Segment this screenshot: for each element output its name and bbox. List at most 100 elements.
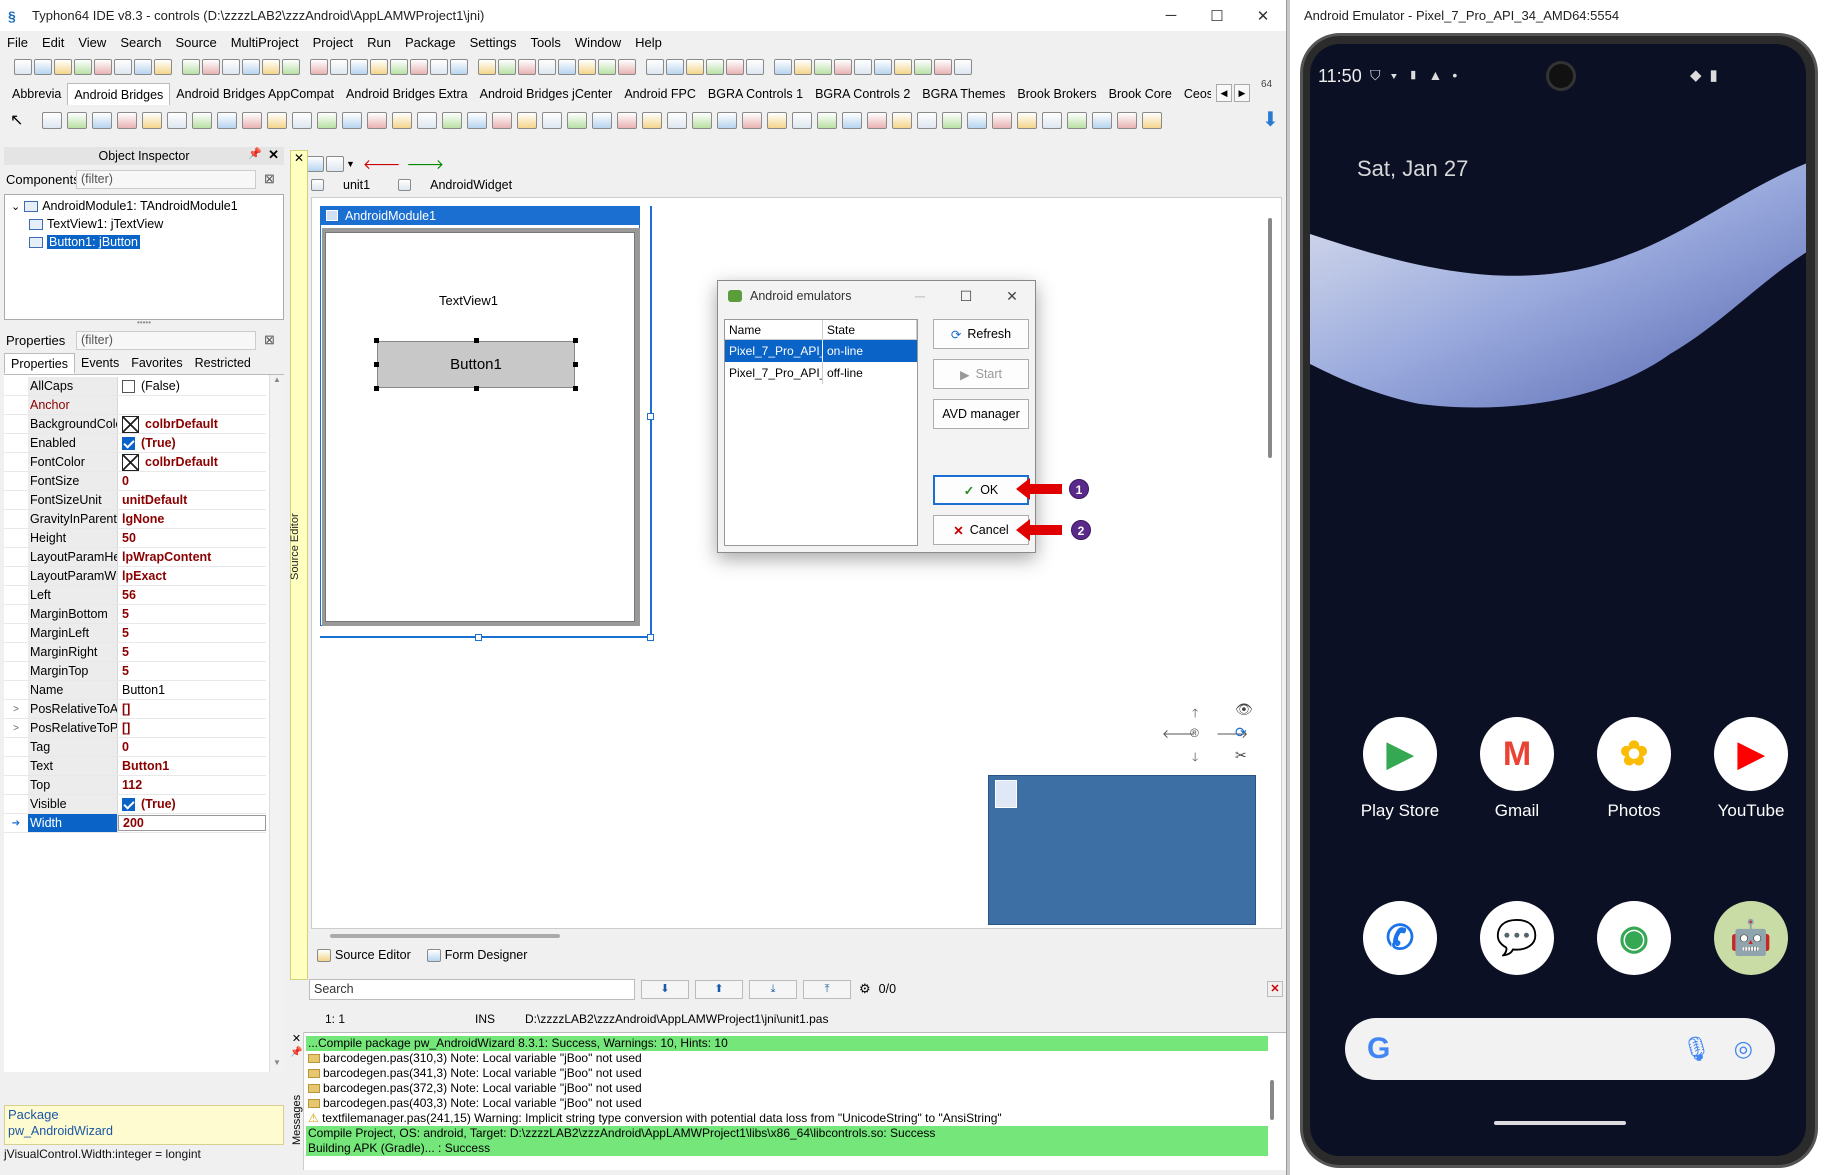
property-value[interactable]: (True)	[118, 436, 266, 450]
palette-tab[interactable]: Ceos	[1178, 83, 1211, 105]
property-value[interactable]: Button1	[118, 759, 266, 773]
close-icon[interactable]: ✕	[291, 151, 307, 165]
palette-component-icon[interactable]	[1042, 111, 1063, 129]
find-next-button[interactable]: ⬇	[641, 979, 689, 999]
app-youtube[interactable]: ▶ YouTube	[1696, 717, 1806, 821]
toolbar-button-icon[interactable]	[114, 59, 132, 75]
toolbar-button-icon[interactable]	[538, 59, 556, 75]
refresh-button[interactable]: ⟳ Refresh	[933, 319, 1029, 349]
palette-component-icon[interactable]	[492, 111, 513, 129]
tree-node[interactable]: ⌄ AndroidModule1: TAndroidModule1	[5, 197, 283, 215]
property-value[interactable]: 200	[118, 815, 266, 831]
message-line[interactable]: barcodegen.pas(403,3) Note: Local variab…	[306, 1096, 1268, 1111]
filter-clear-icon[interactable]: ⊠	[264, 171, 275, 187]
splitter[interactable]: •••••	[4, 319, 284, 327]
palette-component-icon[interactable]	[92, 111, 113, 129]
property-value[interactable]: 0	[118, 474, 266, 488]
toolbar-button-icon[interactable]	[578, 59, 596, 75]
resize-handle[interactable]	[573, 338, 578, 343]
toolbar-button-icon[interactable]	[242, 59, 260, 75]
view-units-icon[interactable]	[326, 156, 344, 172]
palette-tab[interactable]: Brook Brokers	[1011, 83, 1102, 105]
toolbar-button-icon[interactable]	[618, 59, 636, 75]
checkbox[interactable]	[122, 379, 135, 393]
minimize-button[interactable]: ─	[1148, 0, 1194, 31]
app-messages[interactable]: 💬	[1462, 901, 1572, 985]
property-row[interactable]: Visible (True)	[4, 795, 266, 814]
toolbar-button-icon[interactable]	[834, 59, 852, 75]
property-value[interactable]: 56	[118, 588, 266, 602]
toolbar-button-icon[interactable]	[34, 59, 52, 75]
palette-component-icon[interactable]	[767, 111, 788, 129]
find-prev-button[interactable]: ⬆	[695, 979, 743, 999]
menu-item-project[interactable]: Project	[306, 35, 360, 50]
column-state[interactable]: State	[823, 320, 917, 339]
property-row[interactable]: Anchor	[4, 396, 266, 415]
toolbar-button-icon[interactable]	[934, 59, 952, 75]
palette-component-icon[interactable]	[267, 111, 288, 129]
tab-form-designer[interactable]: Form Designer	[426, 948, 527, 962]
menu-item-help[interactable]: Help	[628, 35, 669, 50]
filter-clear-icon[interactable]: ⊠	[264, 332, 275, 348]
property-row[interactable]: MarginBottom 5	[4, 605, 266, 624]
toolbar-button-icon[interactable]	[94, 59, 112, 75]
cancel-button[interactable]: ✕ Cancel	[933, 515, 1029, 545]
property-row[interactable]: Enabled (True)	[4, 434, 266, 453]
toolbar-button-icon[interactable]	[478, 59, 496, 75]
palette-component-icon[interactable]	[542, 111, 563, 129]
palette-right-arrow-icon[interactable]: ▶	[1234, 84, 1250, 102]
property-row[interactable]: Height 50	[4, 529, 266, 548]
resize-handle[interactable]	[573, 386, 578, 391]
minimize-button[interactable]: ─	[897, 281, 943, 311]
palette-component-icon[interactable]	[692, 111, 713, 129]
property-row[interactable]: Name Button1	[4, 681, 266, 700]
menu-item-multiproject[interactable]: MultiProject	[224, 35, 306, 50]
palette-download-icon[interactable]: ⬇	[1262, 110, 1282, 130]
toolbar-button-icon[interactable]	[430, 59, 448, 75]
pin-icon[interactable]: 📌	[248, 147, 262, 160]
palette-component-icon[interactable]	[367, 111, 388, 129]
palette-component-icon[interactable]	[792, 111, 813, 129]
center-icon[interactable]: ®	[1190, 726, 1199, 740]
app-chrome[interactable]: ◉	[1579, 901, 1689, 985]
toolbar-button-icon[interactable]	[954, 59, 972, 75]
palette-tab[interactable]: BGRA Themes	[916, 83, 1011, 105]
components-filter-input[interactable]: (filter)	[76, 169, 256, 189]
toolbar-button-icon[interactable]	[410, 59, 428, 75]
palette-tab[interactable]: Abbrevia	[6, 83, 67, 105]
property-row[interactable]: FontColor colbrDefault	[4, 453, 266, 472]
checkbox[interactable]	[122, 797, 135, 811]
palette-component-icon[interactable]	[942, 111, 963, 129]
palette-component-icon[interactable]	[892, 111, 913, 129]
app-phone[interactable]: ✆	[1345, 901, 1455, 985]
property-row[interactable]: FontSizeUnit unitDefault	[4, 491, 266, 510]
property-value[interactable]: []	[118, 702, 266, 716]
palette-component-icon[interactable]	[642, 111, 663, 129]
app-photos[interactable]: ✿ Photos	[1579, 717, 1689, 821]
message-line[interactable]: Building APK (Gradle)... : Success	[306, 1141, 1268, 1156]
emulator-row[interactable]: Pixel_7_Pro_API_3 on-line	[725, 340, 917, 362]
palette-component-icon[interactable]	[917, 111, 938, 129]
microphone-icon[interactable]: 🎙	[1681, 1035, 1711, 1064]
tab-restricted[interactable]: Restricted	[189, 353, 257, 374]
property-row[interactable]: LayoutParamWidth lpExact	[4, 567, 266, 586]
property-row[interactable]: MarginTop 5	[4, 662, 266, 681]
maximize-button[interactable]: ☐	[943, 281, 989, 311]
property-row[interactable]: MarginLeft 5	[4, 624, 266, 643]
messages-scrollbar[interactable]	[1270, 1080, 1274, 1120]
designer-scrollbar[interactable]	[1268, 218, 1272, 458]
tree-node[interactable]: TextView1: jTextView	[5, 215, 283, 233]
palette-left-arrow-icon[interactable]: ◀	[1216, 84, 1232, 102]
palette-tab[interactable]: Android Bridges Extra	[340, 83, 474, 105]
property-value[interactable]: 50	[118, 531, 266, 545]
textview1[interactable]: TextView1	[439, 293, 498, 308]
palette-component-icon[interactable]	[992, 111, 1013, 129]
expand-icon[interactable]: >	[4, 723, 28, 734]
ok-button[interactable]: ✓ OK	[933, 475, 1029, 505]
palette-component-icon[interactable]	[317, 111, 338, 129]
menu-item-tools[interactable]: Tools	[524, 35, 568, 50]
google-search-bar[interactable]: G 🎙 ◎	[1345, 1018, 1775, 1080]
toolbar-button-icon[interactable]	[450, 59, 468, 75]
toolbar-button-icon[interactable]	[498, 59, 516, 75]
toolbar-button-icon[interactable]	[646, 59, 664, 75]
